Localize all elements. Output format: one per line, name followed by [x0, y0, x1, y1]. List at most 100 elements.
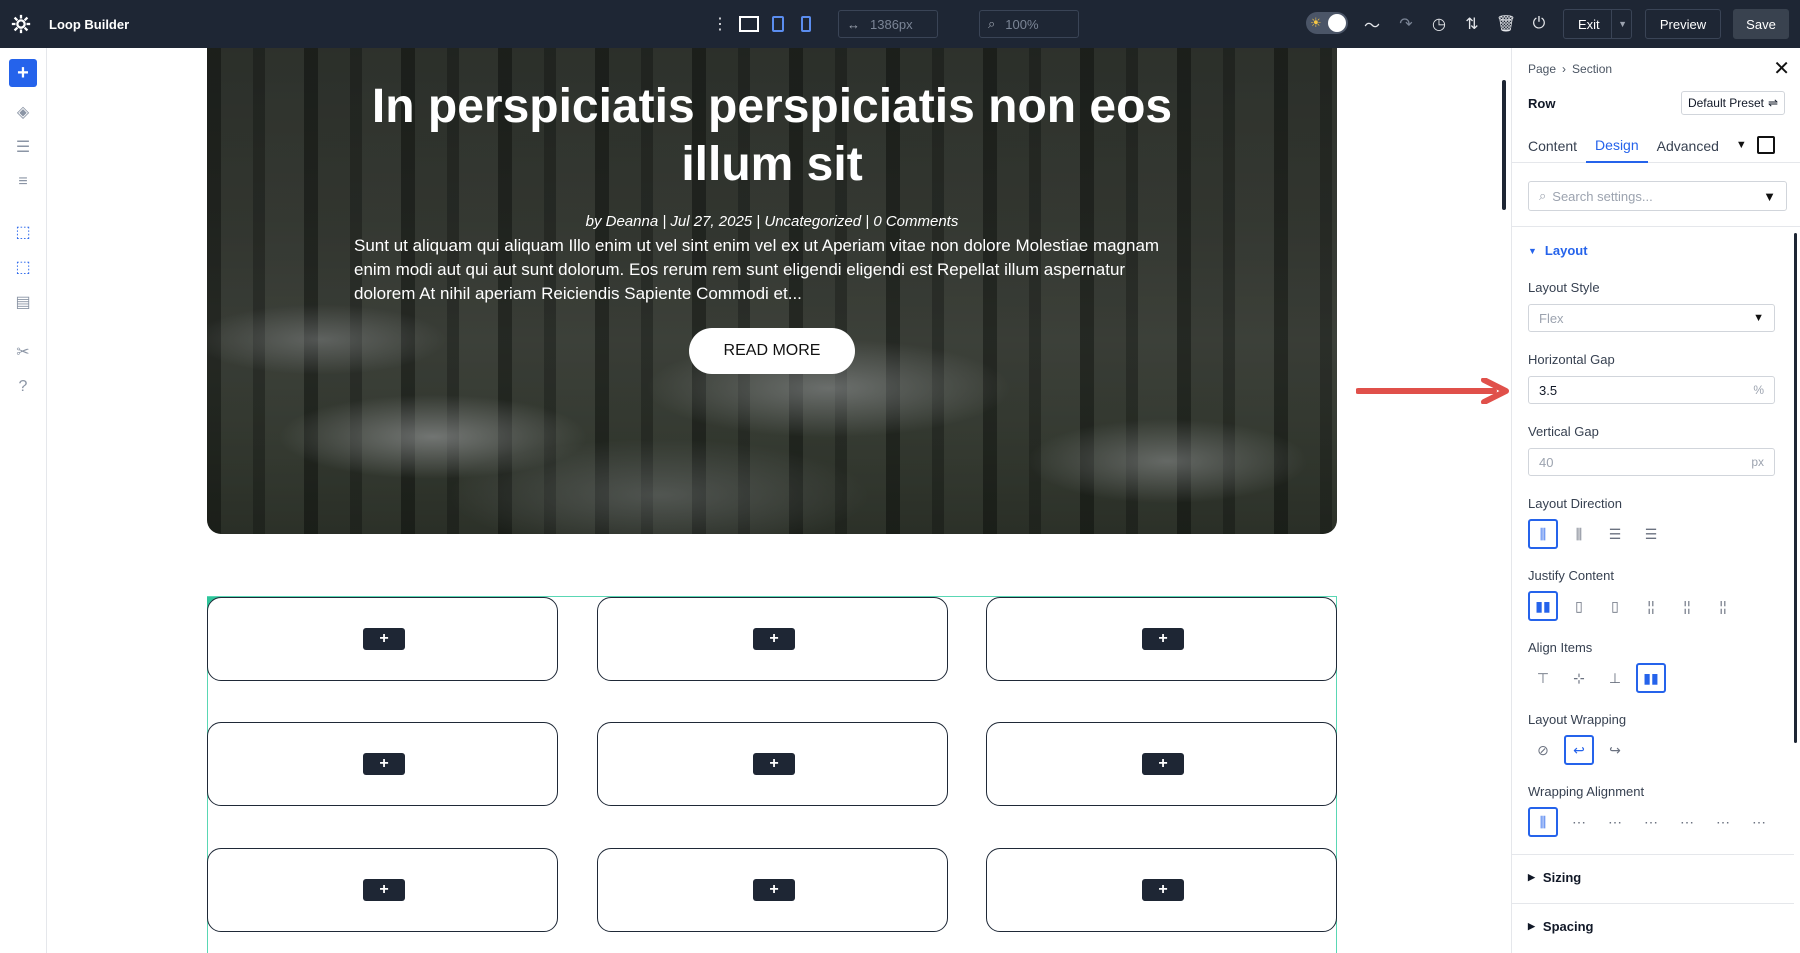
- zoom-field[interactable]: ⌕ 100%: [979, 10, 1079, 38]
- tools-icon[interactable]: ✂: [9, 338, 37, 366]
- layout-icon[interactable]: ≡: [9, 168, 37, 196]
- horizontal-gap-unit[interactable]: %: [1753, 383, 1764, 397]
- wrap-align-end-icon[interactable]: ⋯: [1636, 807, 1666, 837]
- canvas-width-field[interactable]: ↔ 1386px: [838, 10, 938, 38]
- add-module-button[interactable]: +: [753, 628, 795, 650]
- caret-right-icon: ▶: [1528, 921, 1535, 931]
- multi-select-icon[interactable]: ⬚: [9, 253, 37, 281]
- column-cell[interactable]: +: [986, 848, 1337, 932]
- hero-post-card[interactable]: In perspiciatis perspiciatis non eos ill…: [207, 48, 1337, 534]
- desktop-view-icon[interactable]: [735, 0, 763, 48]
- wrap-align-around-icon[interactable]: ⋯: [1708, 807, 1738, 837]
- tab-dropdown-icon[interactable]: ▼: [1736, 139, 1747, 151]
- wrap-reverse-icon[interactable]: ↪: [1600, 735, 1630, 765]
- column-cell[interactable]: +: [597, 848, 948, 932]
- vertical-gap-unit[interactable]: px: [1751, 455, 1764, 469]
- add-module-button[interactable]: +: [1142, 879, 1184, 901]
- column-cell[interactable]: +: [207, 597, 558, 681]
- sizing-section-toggle[interactable]: ▶ Sizing: [1528, 870, 1581, 885]
- wrap-align-stretch-icon[interactable]: ⫼: [1528, 807, 1558, 837]
- breadcrumb: Page › Section: [1528, 62, 1612, 76]
- horizontal-gap-input[interactable]: 3.5 %: [1528, 376, 1775, 404]
- theme-toggle[interactable]: ☀: [1306, 12, 1348, 34]
- tab-content[interactable]: Content: [1512, 128, 1586, 163]
- justify-around-icon[interactable]: ¦¦: [1672, 591, 1702, 621]
- sort-icon[interactable]: ⇅: [1457, 0, 1487, 48]
- spacing-section-toggle[interactable]: ▶ Spacing: [1528, 919, 1594, 934]
- tablet-view-icon[interactable]: [765, 0, 791, 48]
- add-module-button[interactable]: +: [363, 753, 405, 775]
- vertical-gap-input[interactable]: 40 px: [1528, 448, 1775, 476]
- add-module-button[interactable]: +: [363, 879, 405, 901]
- more-vertical-icon[interactable]: ⋮: [705, 0, 735, 48]
- wrap-align-between-icon[interactable]: ⋯: [1672, 807, 1702, 837]
- database-icon[interactable]: ☰: [9, 133, 37, 161]
- direction-column-reverse-icon[interactable]: ☰: [1636, 519, 1666, 549]
- layers-icon[interactable]: ◈: [9, 98, 37, 126]
- no-wrap-icon[interactable]: ⊘: [1528, 735, 1558, 765]
- power-icon[interactable]: ⏻: [1524, 0, 1554, 48]
- panel-scrollbar[interactable]: [1794, 233, 1797, 743]
- page-settings-icon[interactable]: ▤: [9, 288, 37, 316]
- align-center-icon[interactable]: ⊹: [1564, 663, 1594, 693]
- wrap-align-center-icon[interactable]: ⋯: [1600, 807, 1630, 837]
- add-module-button[interactable]: +: [753, 879, 795, 901]
- add-module-button[interactable]: +: [1142, 628, 1184, 650]
- preset-label: Default Preset: [1687, 96, 1764, 110]
- justify-between-icon[interactable]: ¦¦: [1636, 591, 1666, 621]
- read-more-button[interactable]: READ MORE: [689, 328, 855, 374]
- justify-evenly-icon[interactable]: ¦¦: [1708, 591, 1738, 621]
- breadcrumb-page[interactable]: Page: [1528, 62, 1556, 76]
- direction-row-reverse-icon[interactable]: ⫼: [1564, 519, 1594, 549]
- column-cell[interactable]: +: [207, 848, 558, 932]
- column-cell[interactable]: +: [597, 722, 948, 806]
- spacing-section-label: Spacing: [1542, 919, 1594, 934]
- add-module-button[interactable]: +: [363, 628, 405, 650]
- wrap-icon[interactable]: ↩: [1564, 735, 1594, 765]
- redo-icon[interactable]: ↷: [1391, 0, 1421, 48]
- exit-button[interactable]: Exit ▼: [1563, 9, 1632, 39]
- wrap-align-evenly-icon[interactable]: ⋯: [1744, 807, 1774, 837]
- wrap-align-start-icon[interactable]: ⋯: [1564, 807, 1594, 837]
- wireframe-icon[interactable]: 〜: [1357, 0, 1387, 48]
- search-settings-input[interactable]: ⌕ Search settings... ▼: [1528, 181, 1787, 211]
- help-icon[interactable]: ?: [9, 373, 37, 401]
- phone-view-icon[interactable]: [793, 0, 819, 48]
- justify-end-icon[interactable]: ▯: [1600, 591, 1630, 621]
- square-view-icon[interactable]: [1756, 136, 1775, 154]
- settings-icon[interactable]: [10, 0, 32, 48]
- add-module-button[interactable]: +: [753, 753, 795, 775]
- column-cell[interactable]: +: [597, 597, 948, 681]
- tab-design[interactable]: Design: [1586, 128, 1648, 163]
- add-element-button[interactable]: +: [9, 59, 37, 87]
- column-cell[interactable]: +: [986, 722, 1337, 806]
- filter-icon[interactable]: ▼: [1763, 189, 1776, 204]
- trash-icon[interactable]: 🗑: [1491, 0, 1521, 48]
- column-cell[interactable]: +: [986, 597, 1337, 681]
- align-start-icon[interactable]: ⊤: [1528, 663, 1558, 693]
- tab-advanced[interactable]: Advanced: [1648, 128, 1728, 163]
- layout-section-toggle[interactable]: ▼ Layout: [1528, 243, 1588, 258]
- history-icon[interactable]: ◷: [1424, 0, 1454, 48]
- preset-button[interactable]: Default Preset ⇌: [1681, 91, 1785, 115]
- layout-style-value: Flex: [1539, 310, 1564, 326]
- direction-column-icon[interactable]: ☰: [1600, 519, 1630, 549]
- exit-label: Exit: [1578, 16, 1600, 32]
- save-button[interactable]: Save: [1733, 9, 1789, 39]
- pointer-select-icon[interactable]: ⬚: [9, 218, 37, 246]
- close-icon[interactable]: ✕: [1773, 56, 1790, 81]
- layout-style-select[interactable]: Flex ▼: [1528, 304, 1775, 332]
- column-cell[interactable]: +: [207, 722, 558, 806]
- annotation-arrow-icon: [1356, 378, 1509, 404]
- breadcrumb-section[interactable]: Section: [1572, 62, 1612, 76]
- direction-row-icon[interactable]: ⫼: [1528, 519, 1558, 549]
- add-module-button[interactable]: +: [1142, 753, 1184, 775]
- divider: [1512, 903, 1794, 904]
- preview-button[interactable]: Preview: [1645, 9, 1721, 39]
- align-end-icon[interactable]: ⊥: [1600, 663, 1630, 693]
- canvas-scrollbar[interactable]: [1502, 80, 1506, 210]
- chevron-down-icon: ▼: [1611, 10, 1627, 38]
- align-stretch-icon[interactable]: ▮▮: [1636, 663, 1666, 693]
- justify-start-icon[interactable]: ▮▮: [1528, 591, 1558, 621]
- justify-center-icon[interactable]: ▯: [1564, 591, 1594, 621]
